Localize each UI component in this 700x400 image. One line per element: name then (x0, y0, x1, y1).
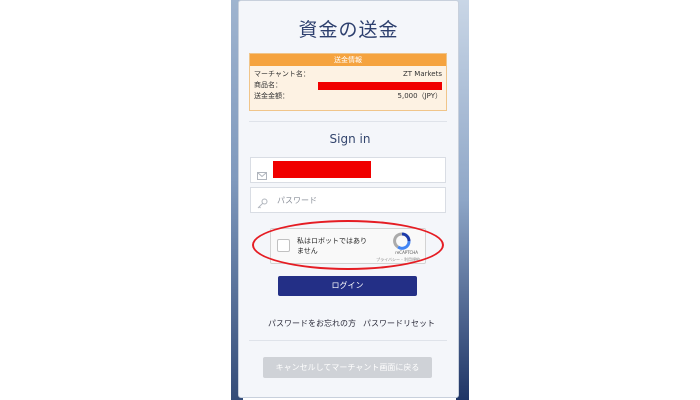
amount-value: 5,000（JPY） (397, 92, 442, 100)
merchant-value: ZT Markets (402, 70, 442, 78)
amount-row: 送金金額： 5,000（JPY） (250, 91, 446, 102)
signin-heading: Sign in (329, 132, 371, 146)
merchant-row: マーチャント名： ZT Markets (250, 69, 446, 80)
key-icon (257, 194, 268, 213)
payment-info-header: 送金情報 (250, 54, 446, 66)
product-redaction (318, 82, 442, 90)
password-field[interactable]: パスワード (250, 187, 446, 213)
forgot-password-link[interactable]: パスワードをお忘れの方 (268, 318, 356, 329)
payment-info-box: 送金情報 マーチャント名： ZT Markets 商品名： 送金金額： 5,00… (249, 53, 447, 111)
login-button[interactable]: ログイン (278, 276, 417, 296)
cancel-button[interactable]: キャンセルしてマーチャント画面に戻る (263, 357, 432, 378)
password-placeholder: パスワード (277, 196, 317, 205)
page-title: 資金の送金 (298, 19, 399, 41)
divider (249, 121, 447, 122)
product-label: 商品名： (254, 81, 282, 89)
mail-icon (257, 165, 267, 184)
amount-label: 送金金額： (254, 92, 289, 100)
email-field[interactable] (250, 157, 446, 183)
product-row: 商品名： (250, 80, 446, 91)
divider (249, 340, 447, 341)
annotation-highlight-oval (252, 220, 444, 270)
merchant-label: マーチャント名： (254, 70, 310, 78)
reset-password-link[interactable]: パスワードリセット (363, 318, 435, 329)
email-redaction (273, 161, 371, 178)
